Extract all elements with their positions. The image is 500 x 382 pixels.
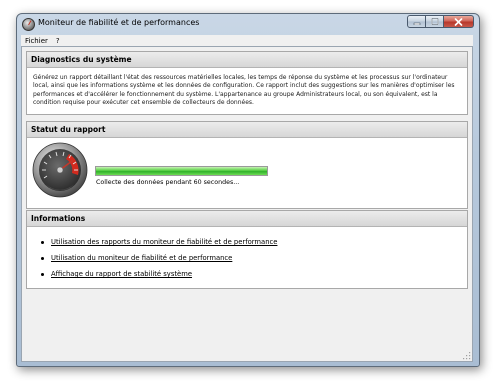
title-bar[interactable]: Moniteur de fiabilité et de performances xyxy=(17,14,479,34)
progress-status-text: Collecte des données pendant 60 secondes… xyxy=(96,179,240,186)
progress-fill xyxy=(96,167,267,175)
status-panel: Statut du rapport Collecte des données p… xyxy=(26,121,468,209)
progress-bar xyxy=(95,166,268,176)
maximize-button[interactable] xyxy=(426,15,444,28)
bullet-icon xyxy=(41,257,44,260)
menu-help[interactable]: ? xyxy=(52,37,64,45)
list-item: Affichage du rapport de stabilité systèm… xyxy=(41,269,467,285)
close-button[interactable] xyxy=(444,15,474,28)
app-gauge-icon xyxy=(22,18,35,31)
list-item: Utilisation du moniteur de fiabilité et … xyxy=(41,253,467,269)
caption-buttons xyxy=(407,15,474,29)
link-utilisation-moniteur[interactable]: Utilisation du moniteur de fiabilité et … xyxy=(51,254,232,262)
status-header: Statut du rapport xyxy=(27,122,467,138)
link-rapports-moniteur[interactable]: Utilisation des rapports du moniteur de … xyxy=(51,238,277,246)
bullet-icon xyxy=(41,241,44,244)
bullet-icon xyxy=(41,273,44,276)
diagnostics-header: Diagnostics du système xyxy=(27,52,467,68)
minimize-icon xyxy=(413,22,420,25)
app-window: Moniteur de fiabilité et de performances xyxy=(16,13,480,367)
diagnostics-panel: Diagnostics du système Générez un rappor… xyxy=(26,51,468,115)
minimize-button[interactable] xyxy=(407,15,426,28)
window-title: Moniteur de fiabilité et de performances xyxy=(38,18,200,27)
close-icon xyxy=(454,17,463,26)
desktop-background: Moniteur de fiabilité et de performances xyxy=(0,0,500,382)
info-links-list: Utilisation des rapports du moniteur de … xyxy=(27,227,467,285)
link-rapport-stabilite[interactable]: Affichage du rapport de stabilité systèm… xyxy=(51,270,192,278)
menu-fichier[interactable]: Fichier xyxy=(21,37,52,45)
gauge-icon xyxy=(32,142,88,198)
informations-header: Informations xyxy=(27,211,467,227)
list-item: Utilisation des rapports du moniteur de … xyxy=(41,237,467,253)
resize-grip-icon[interactable] xyxy=(462,351,471,360)
informations-panel: Informations Utilisation des rapports du… xyxy=(26,210,468,289)
diagnostics-description: Générez un rapport détaillant l'état des… xyxy=(33,74,455,106)
maximize-icon xyxy=(430,18,439,25)
client-area: Diagnostics du système Générez un rappor… xyxy=(21,46,473,362)
